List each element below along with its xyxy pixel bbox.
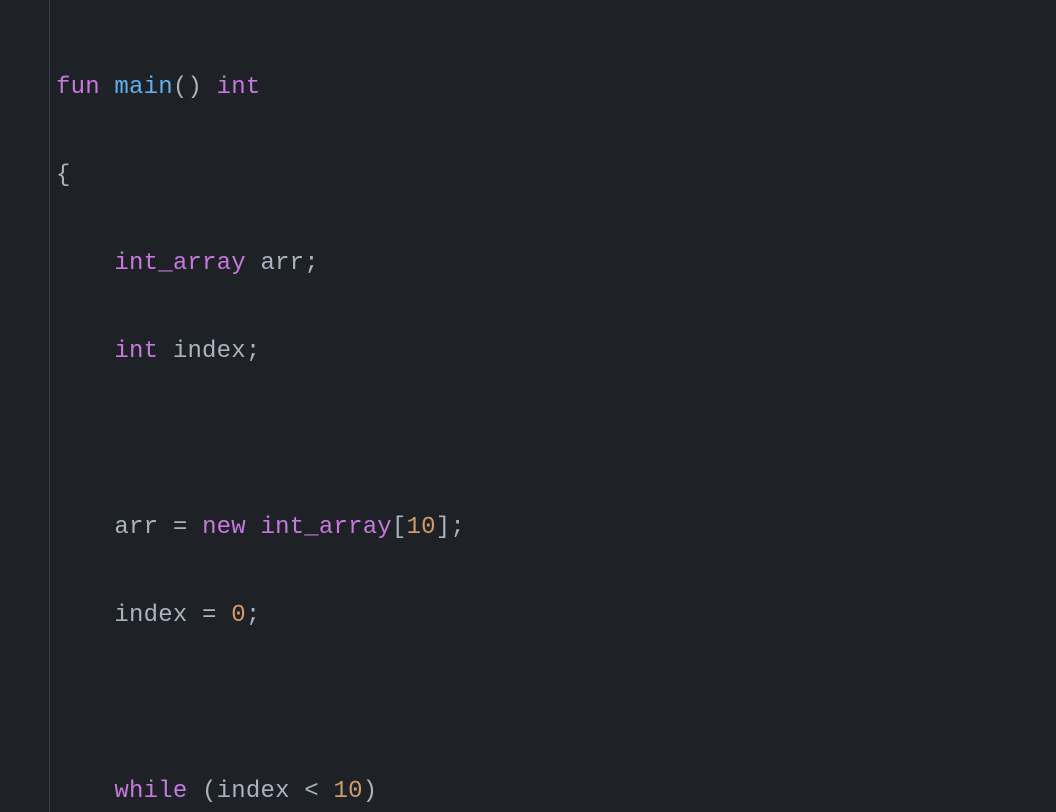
function-name: main [114,74,172,101]
identifier: arr [260,250,304,277]
code-line: { [56,154,509,198]
type-int: int [217,74,261,101]
operator: < [304,778,319,805]
keyword-new: new [202,514,246,541]
semicolon: ; [246,602,261,629]
brace-open: { [56,162,71,189]
paren: ( [202,778,217,805]
code-line-blank [56,682,509,726]
code-line: fun main() int [56,66,509,110]
code-editor[interactable]: fun main() int { int_array arr; int inde… [0,0,1056,812]
number: 10 [407,514,436,541]
bracket: ] [436,514,451,541]
editor-gutter [0,0,50,812]
number: 10 [334,778,363,805]
identifier: arr [114,514,158,541]
type: int_array [260,514,391,541]
parens: () [173,74,202,101]
code-line: int index; [56,330,509,374]
code-area[interactable]: fun main() int { int_array arr; int inde… [50,0,509,812]
paren: ) [363,778,378,805]
semicolon: ; [246,338,261,365]
code-line-blank [56,418,509,462]
code-line: while (index < 10) [56,770,509,812]
keyword-fun: fun [56,74,100,101]
operator: = [202,602,217,629]
identifier: index [217,778,290,805]
semicolon: ; [450,514,465,541]
type: int [114,338,158,365]
keyword-while: while [114,778,187,805]
identifier: index [173,338,246,365]
code-line: index = 0; [56,594,509,638]
identifier: index [114,602,187,629]
semicolon: ; [304,250,319,277]
operator: = [173,514,188,541]
code-line: int_array arr; [56,242,509,286]
type: int_array [114,250,245,277]
bracket: [ [392,514,407,541]
code-line: arr = new int_array[10]; [56,506,509,550]
number: 0 [231,602,246,629]
